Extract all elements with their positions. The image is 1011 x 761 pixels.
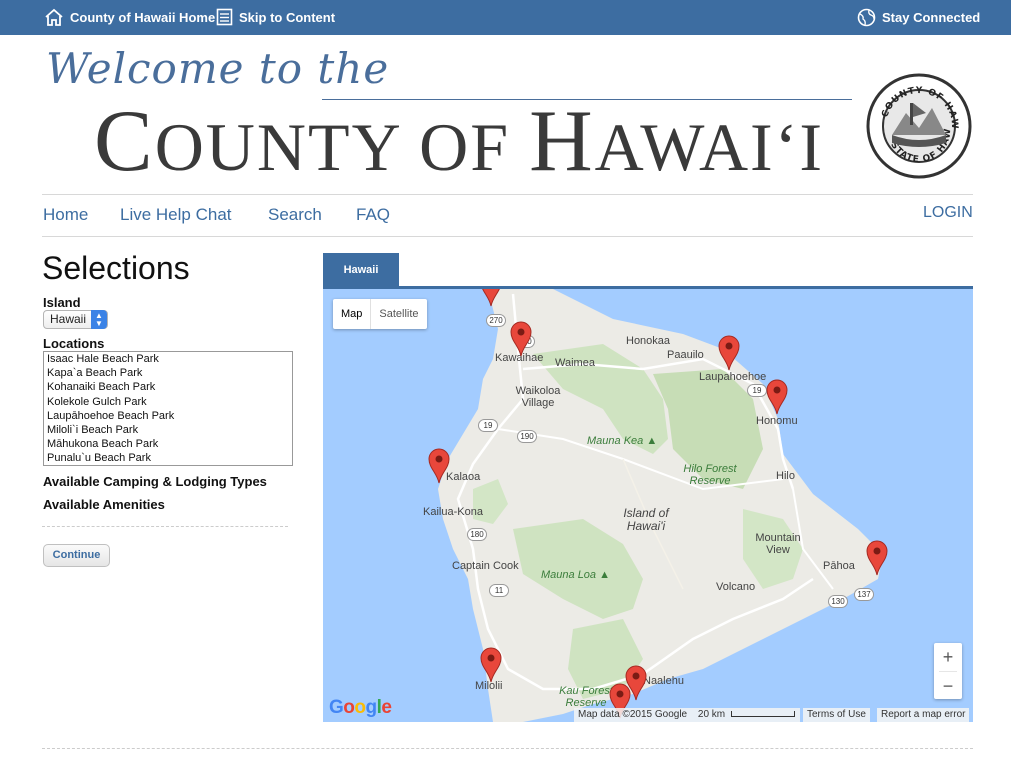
town-label: Kalaoa [446,471,481,483]
highway-shield: 270 [486,314,506,327]
skip-to-content-label: Skip to Content [239,9,336,25]
highway-shield: 190 [517,430,537,443]
map-attribution: Map data ©2015 Google 20 km [574,708,800,722]
location-option[interactable]: Punalu`u Beach Park [44,451,292,465]
header-divider [42,194,973,195]
nav-divider [42,236,973,237]
camping-types-label[interactable]: Available Camping & Lodging Types [43,474,267,489]
map-marker-pin[interactable] [766,379,788,415]
skip-to-content-link[interactable]: Skip to Content [216,8,335,26]
map-marker-pin[interactable] [428,448,450,484]
scale-text: 20 km [697,709,726,720]
map-type-map-button[interactable]: Map [333,299,372,329]
town-label: Honokaa [626,335,671,347]
map-marker-pin[interactable] [480,289,502,307]
nav-search[interactable]: Search [268,205,322,225]
location-option[interactable]: Māhukona Beach Park [44,437,292,451]
terms-of-use-link[interactable]: Terms of Use [803,708,870,722]
highway-shield: 11 [489,584,509,597]
tab-hawaii[interactable]: Hawaii [323,253,399,287]
highway-shield: 19 [747,384,767,397]
location-option[interactable]: Kolekole Gulch Park [44,395,292,409]
park-label: Mauna Loa ▲ [541,569,610,581]
locations-label: Locations [43,336,105,351]
county-seal-logo: COUNTY OF HAWAII STATE OF HAWAII [866,73,972,179]
location-option[interactable]: Laupāhoehoe Beach Park [44,409,292,423]
locations-listbox[interactable]: Isaac Hale Beach Park Kapa`a Beach Park … [43,351,293,466]
report-map-error-link[interactable]: Report a map error [877,708,970,722]
location-option[interactable]: Kohanaiki Beach Park [44,380,292,394]
selections-title: Selections [42,250,190,286]
map-type-control: Map Satellite [333,299,427,329]
town-label: Naalehu [643,675,684,687]
top-bar: County of Hawaii Home Skip to Content St… [0,0,1011,35]
town-label: Captain Cook [452,560,519,572]
town-label: Laupahoehoe [699,371,767,383]
map-data-text: Map data ©2015 Google [578,709,688,720]
zoom-in-button[interactable]: + [934,643,962,671]
town-label: Waimea [555,357,595,369]
location-option[interactable]: Isaac Hale Beach Park [44,352,292,366]
nav-home[interactable]: Home [43,205,88,225]
welcome-text: Welcome to the [46,44,390,93]
town-label: Hilo [776,470,795,482]
town-label: Kailua-Kona [423,506,483,518]
google-logo[interactable]: Google [329,697,392,719]
park-label: Mauna Kea ▲ [587,435,658,447]
scale-bar [730,711,795,718]
town-label: Paauilo [667,349,704,361]
nav-live-help-chat[interactable]: Live Help Chat [120,205,232,225]
zoom-out-button[interactable]: − [934,672,962,700]
select-arrows-icon: ▲ ▼ [91,310,107,329]
nav-faq[interactable]: FAQ [356,205,390,225]
title-letter-h: H [529,93,595,190]
selections-divider [42,526,288,527]
map-marker-pin[interactable] [718,335,740,371]
town-label: Mountain View [755,532,801,556]
highway-shield: 137 [854,588,874,601]
continue-button[interactable]: Continue [43,544,110,567]
town-label: Pāhoa [823,560,855,572]
stay-connected-label: Stay Connected [882,10,981,25]
location-option[interactable]: Kapa`a Beach Park [44,366,292,380]
nav-login[interactable]: LOGIN [923,204,973,222]
island-select[interactable]: Hawaii ▲ ▼ [43,310,108,329]
island-name-label: Island of Hawai'i [623,506,669,533]
map-type-satellite-button[interactable]: Satellite [371,299,426,329]
home-icon [45,8,63,26]
county-home-link[interactable]: County of Hawaii Home [44,8,215,26]
map-view[interactable]: Honokaa Paauilo Waimea Kawaihae Waikoloa… [323,289,973,722]
town-label: Waikoloa Village [515,385,561,409]
stay-connected-link[interactable]: Stay Connected [857,8,980,27]
island-label: Island [43,295,81,310]
highway-shield: 19 [478,419,498,432]
county-home-label: County of Hawaii Home [70,9,216,25]
location-option[interactable]: Miloli`i Beach Park [44,423,292,437]
island-select-value: Hawaii [50,312,87,326]
title-awaii: AWAI‘I [594,109,824,185]
title-county-of: OUNTY OF [154,109,530,185]
document-icon [216,8,233,26]
footer-divider [42,748,973,749]
map-marker-pin[interactable] [480,647,502,683]
park-label: Kau Forest Reserve [559,685,613,709]
amenities-label[interactable]: Available Amenities [43,497,165,512]
zoom-control: + − [934,643,962,699]
globe-icon [857,8,876,27]
map-marker-pin[interactable] [510,321,532,357]
town-label: Honomu [756,415,798,427]
map-marker-pin[interactable] [866,540,888,576]
town-label: Volcano [716,581,756,593]
highway-shield: 130 [828,595,848,608]
park-label: Hilo Forest Reserve [683,463,737,487]
title-letter-c: C [94,93,155,190]
highway-shield: 180 [467,528,487,541]
site-title: COUNTY OF HAWAI‘I [94,98,824,186]
